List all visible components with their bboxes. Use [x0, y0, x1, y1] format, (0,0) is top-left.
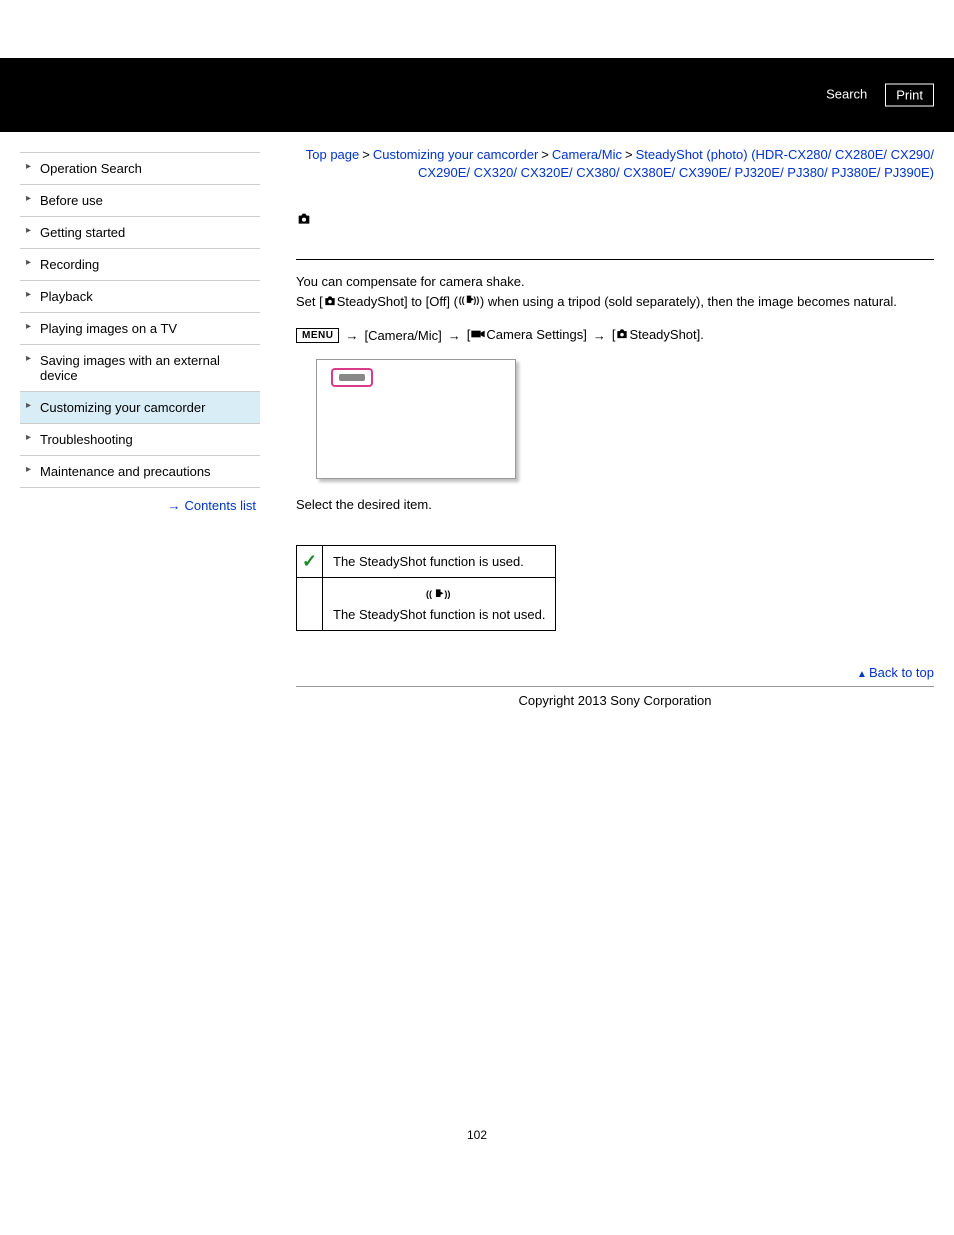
- screen-illustration: [316, 359, 516, 479]
- arrow-right-icon: →: [167, 498, 180, 513]
- camera-settings-icon: [470, 328, 486, 343]
- path-steadyshot: [SteadyShot].: [612, 327, 704, 343]
- arrow-icon: →: [345, 328, 358, 343]
- steadyshot-off-icon: (()): [458, 292, 480, 314]
- nav-playing-tv[interactable]: Playing images on a TV: [20, 313, 260, 345]
- option-on-desc: The SteadyShot function is used.: [323, 545, 556, 577]
- path-camera-settings: [Camera Settings]: [467, 327, 587, 343]
- svg-text:)): )): [473, 295, 479, 305]
- option-off-desc: The SteadyShot function is not used.: [333, 607, 545, 622]
- camera-icon: [296, 214, 312, 229]
- arrow-icon: →: [593, 328, 606, 343]
- option-off-cell: (()) The SteadyShot function is not used…: [323, 577, 556, 630]
- divider: [296, 259, 934, 260]
- svg-text:((: ((: [426, 589, 433, 599]
- main-content: Top page>Customizing your camcorder>Came…: [260, 132, 954, 708]
- divider: [296, 686, 934, 687]
- breadcrumb: Top page>Customizing your camcorder>Came…: [296, 146, 934, 182]
- menu-path: MENU → [Camera/Mic] → [Camera Settings] …: [296, 327, 934, 343]
- copyright-text: Copyright 2013 Sony Corporation: [296, 693, 934, 708]
- menu-button-icon: MENU: [296, 328, 339, 343]
- camera-icon: [615, 328, 629, 343]
- arrow-icon: →: [448, 328, 461, 343]
- intro-text: You can compensate for camera shake.: [296, 272, 934, 292]
- table-row: (()) The SteadyShot function is not used…: [297, 577, 556, 630]
- nav-troubleshooting[interactable]: Troubleshooting: [20, 424, 260, 456]
- steadyshot-off-icon: (()): [426, 590, 452, 605]
- svg-text:((: ((: [459, 295, 465, 305]
- top-bar: Search Print: [0, 58, 954, 132]
- back-to-top-link[interactable]: ▲Back to top: [296, 665, 934, 680]
- svg-text:)): )): [445, 589, 451, 599]
- breadcrumb-camera-mic[interactable]: Camera/Mic: [552, 147, 622, 162]
- option-off-icon-cell: [297, 577, 323, 630]
- body-text: You can compensate for camera shake. Set…: [296, 272, 934, 313]
- path-camera-mic: [Camera/Mic]: [364, 328, 441, 343]
- step-text: Select the desired item.: [296, 495, 934, 515]
- print-button[interactable]: Print: [885, 84, 934, 107]
- nav-list: Operation Search Before use Getting star…: [20, 152, 260, 488]
- table-row: ✓ The SteadyShot function is used.: [297, 545, 556, 577]
- page-title-area: [296, 212, 934, 229]
- sidebar: Operation Search Before use Getting star…: [0, 132, 260, 708]
- nav-recording[interactable]: Recording: [20, 249, 260, 281]
- set-text: Set [SteadyShot] to [Off] ((())) when us…: [296, 292, 934, 314]
- check-icon: ✓: [302, 551, 317, 571]
- nav-playback[interactable]: Playback: [20, 281, 260, 313]
- page-number: 102: [0, 1128, 954, 1162]
- breadcrumb-customizing[interactable]: Customizing your camcorder: [373, 147, 538, 162]
- breadcrumb-top[interactable]: Top page: [306, 147, 360, 162]
- options-table: ✓ The SteadyShot function is used. (()) …: [296, 545, 556, 631]
- nav-saving-external[interactable]: Saving images with an external device: [20, 345, 260, 392]
- menu-highlight-icon: [331, 368, 373, 387]
- nav-before-use[interactable]: Before use: [20, 185, 260, 217]
- nav-getting-started[interactable]: Getting started: [20, 217, 260, 249]
- search-button[interactable]: Search: [816, 84, 877, 107]
- contents-list-link[interactable]: →Contents list: [20, 498, 260, 513]
- camera-icon: [323, 293, 337, 313]
- triangle-up-icon: ▲: [857, 669, 867, 680]
- nav-operation-search[interactable]: Operation Search: [20, 153, 260, 185]
- nav-customizing[interactable]: Customizing your camcorder: [20, 392, 260, 424]
- option-on-icon-cell: ✓: [297, 545, 323, 577]
- nav-maintenance[interactable]: Maintenance and precautions: [20, 456, 260, 488]
